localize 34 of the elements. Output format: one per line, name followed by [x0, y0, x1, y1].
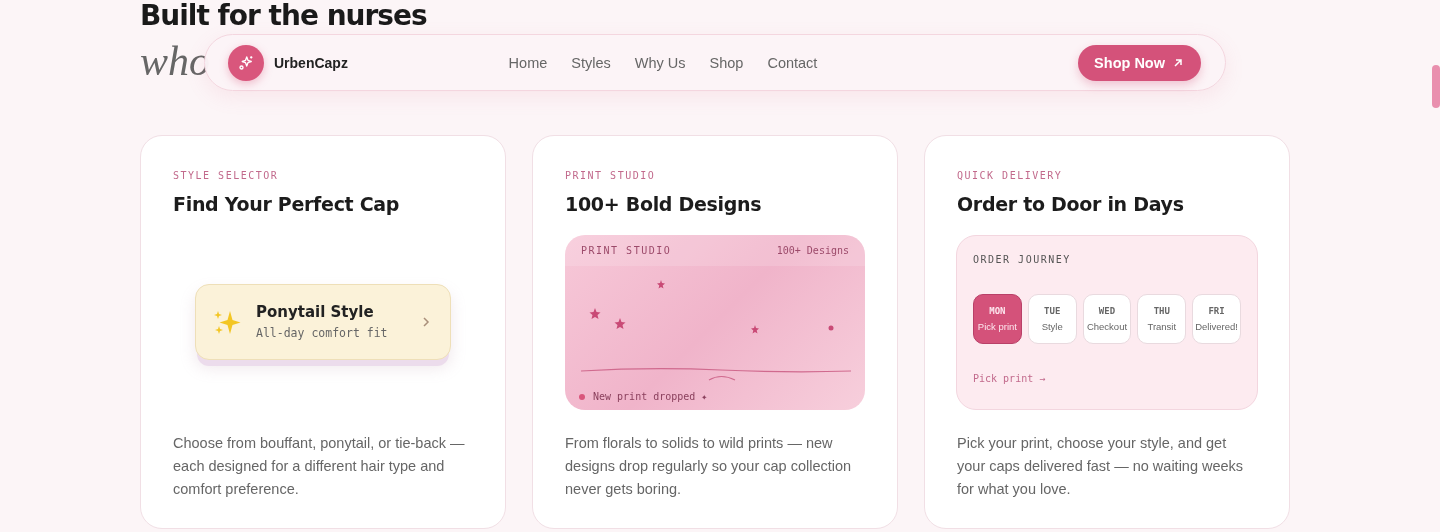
day-step-button[interactable]: TUE Style	[1027, 294, 1077, 344]
nav-link[interactable]: Styles	[571, 54, 611, 71]
nav-link[interactable]: Shop	[709, 54, 744, 71]
arrow-up-right-icon	[1173, 57, 1183, 68]
studio-label: PRINT STUDIO	[581, 245, 672, 256]
new-print-toast: New print dropped ✦	[571, 387, 716, 406]
shop-now-button[interactable]: Shop Now	[1078, 44, 1201, 81]
brand-name[interactable]: UrbenCapz	[274, 54, 348, 71]
nav-link[interactable]: Why Us	[634, 54, 686, 71]
sparkles-icon	[237, 53, 255, 72]
card-description: From florals to solids to wild prints — new designs drop regularly so your cap collection never gets boring.	[565, 434, 853, 499]
card-title: Order to Door in Days	[957, 193, 1185, 215]
design-count: 100+ Designs	[776, 245, 849, 256]
card-eyebrow: STYLE SELECTOR	[173, 170, 280, 181]
card-title: 100+ Bold Designs	[565, 193, 763, 215]
day-step-button[interactable]: THU Transit	[1137, 294, 1187, 344]
scrollbar-thumb[interactable]	[1432, 65, 1440, 108]
nav-link[interactable]: Home	[508, 54, 548, 71]
day-step-button[interactable]: FRI Delivered!	[1192, 294, 1241, 344]
hero-heading: Built for the nurses	[140, 0, 427, 32]
chevron-right-icon	[422, 315, 430, 328]
card-description: Pick your print, choose your style, and get your caps delivered fast — no waiting weeks for what you love.	[957, 434, 1245, 499]
card-description: Choose from bouffant, ponytail, or tie-back — each designed for a different hair type and comfort preference.	[173, 434, 466, 499]
card-title: Find Your Perfect Cap	[173, 193, 401, 215]
logo-badge[interactable]	[228, 44, 264, 81]
journey-label: ORDER JOURNEY	[973, 254, 1072, 265]
day-step-button[interactable]: MON Pick print	[973, 294, 1022, 344]
card-eyebrow: PRINT STUDIO	[565, 170, 657, 181]
option-title: Ponytail Style	[256, 303, 375, 321]
card-eyebrow: QUICK DELIVERY	[957, 170, 1064, 181]
journey-footer-link[interactable]: Pick print →	[973, 373, 1241, 384]
nav-link[interactable]: Contact	[767, 54, 818, 71]
day-step-button[interactable]: WED Checkout	[1082, 294, 1132, 344]
option-subtitle: All-day comfort fit	[256, 326, 389, 340]
